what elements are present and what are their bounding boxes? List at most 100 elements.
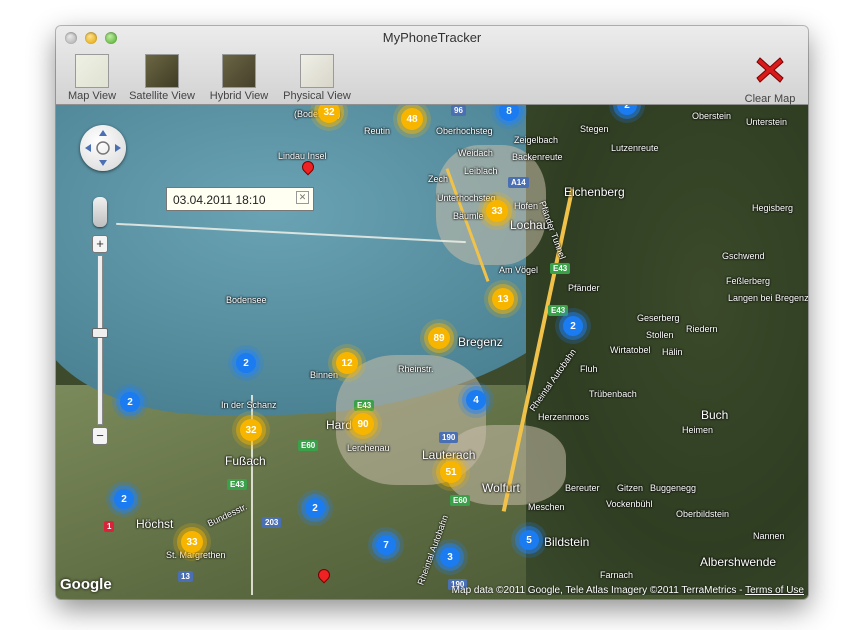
location-cluster-marker[interactable]: 33 [181, 531, 203, 553]
place-label: Wirtatobel [610, 345, 651, 355]
place-label: Oberbildstein [676, 509, 730, 519]
place-label: Bodensee [226, 295, 267, 305]
place-label: Farnach [600, 570, 634, 580]
place-label: Lindau Insel [278, 151, 327, 161]
terms-of-use-link[interactable]: Terms of Use [745, 585, 804, 596]
place-label: Wolfurt [482, 481, 520, 495]
place-label: Oberstein [692, 111, 732, 121]
place-label: Gschwend [722, 251, 765, 261]
place-label: Bäumle [453, 211, 484, 221]
pan-control[interactable] [80, 125, 126, 171]
window-title: MyPhoneTracker [382, 30, 482, 45]
location-cluster-marker[interactable]: 2 [236, 353, 256, 373]
place-label: Hälin [662, 347, 683, 357]
location-cluster-marker[interactable]: 2 [305, 498, 325, 518]
map-view-icon [75, 54, 109, 88]
place-label: Hofen [514, 201, 539, 211]
clear-map-label: Clear Map [744, 93, 796, 105]
place-label: Zeigelbach [514, 135, 559, 145]
place-label: Binnen [310, 370, 339, 380]
place-label: Backenreute [512, 152, 563, 162]
place-label: Meschen [528, 502, 565, 512]
place-label: Albershwende [700, 555, 777, 569]
place-label: Fluh [580, 364, 598, 374]
map-canvas[interactable]: (Bodensee) Reutin Oberhochsteg Zeigelbac… [56, 105, 808, 599]
place-label: Buggenegg [650, 483, 697, 493]
clear-map-button[interactable]: Clear Map [742, 54, 798, 105]
place-label: Lauterach [422, 448, 476, 462]
place-label: Stegen [580, 124, 609, 134]
info-window: 03.04.2011 18:10 ✕ [166, 187, 314, 211]
location-cluster-marker[interactable]: 48 [401, 108, 423, 130]
location-cluster-marker[interactable]: 3 [440, 547, 460, 567]
place-label: Feßlerberg [726, 276, 771, 286]
location-cluster-marker[interactable]: 32 [240, 419, 262, 441]
place-label: Fußach [225, 454, 266, 468]
place-label: Nannen [753, 531, 785, 541]
map-view-button[interactable]: Map View [64, 54, 120, 102]
road-shield: 1 [104, 521, 115, 532]
place-label: Rheinstr. [398, 364, 434, 374]
place-label: In der Schanz [221, 400, 277, 410]
hybrid-view-button[interactable]: Hybrid View [207, 54, 271, 102]
place-label: Am Vögel [499, 265, 539, 275]
info-window-timestamp: 03.04.2011 18:10 [173, 193, 266, 207]
place-label: Bereuter [565, 483, 600, 493]
road-shield: E43 [548, 305, 569, 316]
location-cluster-marker[interactable]: 13 [492, 288, 514, 310]
location-cluster-marker[interactable]: 4 [466, 390, 486, 410]
place-label: Buch [701, 408, 729, 422]
location-cluster-marker[interactable]: 33 [486, 200, 508, 222]
location-cluster-marker[interactable]: 5 [519, 530, 539, 550]
location-cluster-marker[interactable]: 2 [114, 489, 134, 509]
location-cluster-marker[interactable]: 2 [563, 316, 583, 336]
location-cluster-marker[interactable]: 89 [428, 327, 450, 349]
place-label: Weidach [458, 148, 493, 158]
zoom-slider-track[interactable] [92, 255, 108, 425]
place-label: Leiblach [464, 166, 498, 176]
physical-view-button[interactable]: Physical View [281, 54, 353, 102]
clear-map-icon [756, 57, 784, 83]
location-cluster-marker[interactable]: 7 [376, 535, 396, 555]
place-label: Unterhochsteg [437, 193, 496, 203]
info-window-close-button[interactable]: ✕ [296, 191, 309, 204]
place-label: Bildstein [544, 535, 590, 549]
pan-hand-icon [85, 130, 121, 166]
zoom-control: + − [92, 235, 108, 445]
street-view-pegman-icon[interactable] [93, 197, 107, 227]
place-label: Riedern [686, 324, 718, 334]
place-label: Lerchenau [347, 443, 390, 453]
place-label: Stollen [646, 330, 674, 340]
location-cluster-marker[interactable]: 12 [336, 352, 358, 374]
hybrid-view-label: Hybrid View [209, 90, 269, 102]
google-logo: Google [60, 576, 112, 593]
place-label: Lutzenreute [611, 143, 659, 153]
location-cluster-marker[interactable]: 2 [120, 392, 140, 412]
road-shield: 96 [451, 105, 466, 116]
satellite-view-label: Satellite View [129, 90, 195, 102]
zoom-out-button[interactable]: − [92, 427, 108, 445]
place-label: Eichenberg [564, 185, 625, 199]
road-shield: E43 [227, 479, 248, 490]
place-label: Höchst [136, 517, 174, 531]
road-shield: E43 [354, 400, 375, 411]
zoom-slider-handle[interactable] [92, 328, 108, 338]
place-label: Heimen [682, 425, 714, 435]
road-shield: E60 [450, 495, 471, 506]
satellite-view-button[interactable]: Satellite View [126, 54, 198, 102]
place-label: Pfänder [568, 283, 600, 293]
map-view-label: Map View [67, 90, 117, 102]
zoom-in-button[interactable]: + [92, 235, 108, 253]
place-label: Hegisberg [752, 203, 794, 213]
place-label: Unterstein [746, 117, 788, 127]
physical-view-label: Physical View [283, 90, 351, 102]
place-label: Geserberg [637, 313, 680, 323]
physical-view-icon [300, 54, 334, 88]
app-window: MyPhoneTracker Map View Satellite View H… [56, 26, 808, 599]
road-shield: 13 [178, 571, 193, 582]
location-cluster-marker[interactable]: 51 [440, 461, 462, 483]
location-cluster-marker[interactable]: 90 [352, 413, 374, 435]
hybrid-view-icon [222, 54, 256, 88]
place-label: Oberhochsteg [436, 126, 493, 136]
place-label: Zech [428, 174, 449, 184]
